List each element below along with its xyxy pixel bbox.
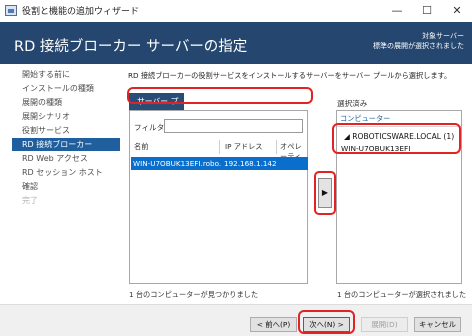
nav-item-rd-session-host[interactable]: RD セッション ホスト bbox=[12, 166, 120, 179]
add-button-highlight bbox=[314, 171, 336, 215]
nav-item-confirmation[interactable]: 確認 bbox=[12, 180, 120, 193]
window-title: 役割と機能の追加ウィザード bbox=[22, 7, 140, 17]
destination-server-label: 対象サーバー bbox=[422, 32, 464, 40]
column-header-name[interactable]: 名前 bbox=[134, 142, 148, 152]
close-button[interactable]: ✕ bbox=[442, 0, 472, 22]
nav-item-deployment-type[interactable]: 展開の種類 bbox=[12, 96, 120, 109]
previous-button[interactable]: < 前へ(P) bbox=[250, 317, 297, 332]
column-divider[interactable] bbox=[219, 140, 220, 154]
table-row[interactable]: WIN-U7OBUK13EFI.robo... 192.168.1.142 bbox=[131, 157, 308, 170]
selected-count-status: 1 台のコンピューターが選択されました bbox=[337, 290, 467, 299]
server-pool-panel: フィルター: 名前 IP アドレス オペレーティ WIN-U7OBUK13EFI… bbox=[129, 110, 308, 284]
destination-server-value: 標準の展開が選択されました bbox=[373, 42, 464, 50]
deploy-button: 展開(D) bbox=[361, 317, 408, 332]
selected-server-highlight bbox=[332, 123, 461, 154]
nav-item-role-services[interactable]: 役割サービス bbox=[12, 124, 120, 137]
wizard-app-icon bbox=[5, 5, 17, 16]
nav-item-before-you-begin[interactable]: 開始する前に bbox=[12, 68, 120, 81]
page-description: RD 接続ブローカーの役割サービスをインストールするサーバーをサーバー プールか… bbox=[128, 71, 452, 80]
next-button-highlight bbox=[298, 310, 355, 334]
nav-item-deployment-scenario[interactable]: 展開シナリオ bbox=[12, 110, 120, 123]
maximize-button[interactable]: ☐ bbox=[412, 0, 442, 22]
nav-item-rd-web-access[interactable]: RD Web アクセス bbox=[12, 152, 120, 165]
nav-item-installation-type[interactable]: インストールの種類 bbox=[12, 82, 120, 95]
server-ip-cell: 192.168.1.142 bbox=[224, 159, 277, 168]
cancel-button[interactable]: キャンセル bbox=[414, 317, 461, 332]
title-bar: 役割と機能の追加ウィザード — ☐ ✕ bbox=[0, 0, 472, 22]
nav-item-completion: 完了 bbox=[22, 196, 38, 205]
server-row-highlight bbox=[127, 87, 313, 104]
column-header-ip[interactable]: IP アドレス bbox=[225, 142, 263, 152]
nav-item-rd-connection-broker[interactable]: RD 接続ブローカー bbox=[12, 138, 120, 151]
filter-input[interactable] bbox=[164, 119, 303, 133]
column-divider[interactable] bbox=[276, 140, 277, 154]
minimize-button[interactable]: — bbox=[382, 0, 412, 22]
page-title: RD 接続ブローカー サーバーの指定 bbox=[14, 39, 248, 55]
wizard-header: RD 接続ブローカー サーバーの指定 対象サーバー 標準の展開が選択されました bbox=[0, 22, 472, 64]
server-table-header: 名前 IP アドレス オペレーティ bbox=[131, 140, 308, 161]
selected-label: 選択済み bbox=[337, 99, 368, 108]
server-name-cell: WIN-U7OBUK13EFI.robo... bbox=[133, 159, 221, 168]
found-count-status: 1 台のコンピューターが見つかりました bbox=[129, 290, 259, 299]
wizard-footer: < 前へ(P) 次へ(N) > 展開(D) キャンセル bbox=[0, 304, 472, 336]
